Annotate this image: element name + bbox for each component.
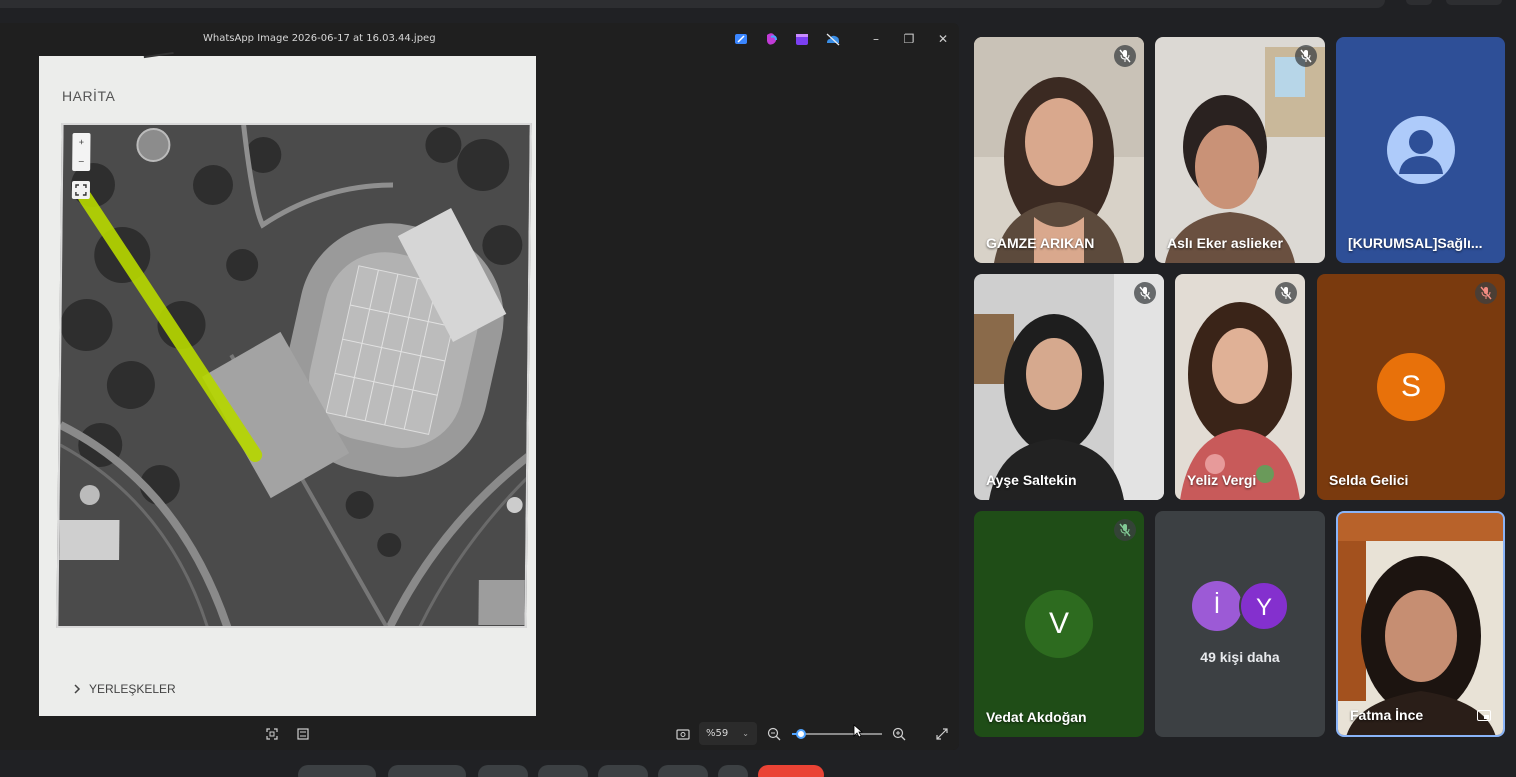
fit-to-window-icon[interactable]: [264, 726, 280, 742]
participant-video: [1155, 37, 1325, 263]
map-zoom-control: + –: [72, 133, 91, 171]
document-section-label: YERLEŞKELER: [89, 682, 176, 696]
document-heading: HARİTA: [62, 88, 116, 104]
participant-video: [974, 274, 1164, 500]
aerial-map: + –: [56, 123, 532, 628]
participant-tile[interactable]: GAMZE ARIKAN: [974, 37, 1144, 263]
participant-tile[interactable]: [KURUMSAL]Sağlı...: [1336, 37, 1505, 263]
participant-tile[interactable]: V Vedat Akdoğan: [974, 511, 1144, 737]
top-strip: [0, 0, 1516, 10]
viewer-titlebar: WhatsApp Image 2026-06-17 at 16.03.44.jp…: [0, 23, 959, 55]
more-participants-label: 49 kişi daha: [1200, 649, 1280, 665]
document-photo: HARİTA + – YERLEŞKELER: [39, 51, 536, 716]
participant-avatar: Y: [1239, 581, 1289, 631]
clipchamp-icon[interactable]: [794, 31, 810, 47]
mouse-cursor-icon: [853, 724, 863, 738]
control-button[interactable]: [718, 765, 748, 777]
muted-mic-icon: [1114, 45, 1136, 67]
muted-mic-icon: [1134, 282, 1156, 304]
aerial-map-image: [58, 125, 532, 628]
muted-mic-icon: [1114, 519, 1136, 541]
top-button[interactable]: [1406, 0, 1432, 5]
screenshot-icon[interactable]: [675, 726, 691, 742]
map-zoom-in-button[interactable]: +: [72, 133, 90, 152]
zoom-slider[interactable]: [792, 729, 882, 739]
participant-avatar: S: [1377, 353, 1445, 421]
muted-mic-icon: [1275, 282, 1297, 304]
chevron-down-icon: ⌄: [742, 729, 749, 738]
leave-call-button[interactable]: [758, 765, 824, 777]
participant-tile[interactable]: Yeliz Vergi: [1175, 274, 1305, 500]
participant-name: Yeliz Vergi: [1187, 472, 1257, 488]
map-zoom-out-button[interactable]: –: [72, 152, 90, 171]
image-canvas: HARİTA + – YERLEŞKELER: [0, 51, 959, 718]
participant-name: Selda Gelici: [1329, 472, 1409, 488]
viewer-footer: %59 ⌄: [0, 718, 959, 750]
minimize-button[interactable]: –: [865, 29, 887, 49]
onedrive-icon[interactable]: [825, 31, 841, 47]
control-button[interactable]: [478, 765, 528, 777]
participant-tile[interactable]: Aslı Eker aslieker: [1155, 37, 1325, 263]
control-button[interactable]: [388, 765, 466, 777]
muted-mic-icon: [1475, 282, 1497, 304]
top-toolbar-bar: [0, 0, 1385, 8]
participant-tile[interactable]: S Selda Gelici: [1317, 274, 1505, 500]
participant-name: [KURUMSAL]Sağlı...: [1348, 235, 1483, 251]
control-button[interactable]: [298, 765, 376, 777]
presenting-icon: [1477, 710, 1491, 721]
control-button[interactable]: [538, 765, 588, 777]
participant-tile[interactable]: Fatma İnce: [1336, 511, 1505, 737]
copilot-icon[interactable]: [764, 31, 780, 47]
person-icon: [1387, 116, 1455, 184]
participant-video: [974, 37, 1144, 263]
close-button[interactable]: ✕: [932, 29, 954, 49]
zoom-out-icon[interactable]: [766, 726, 782, 742]
actual-size-icon[interactable]: [295, 726, 311, 742]
control-button[interactable]: [598, 765, 648, 777]
top-button[interactable]: [1446, 0, 1502, 5]
zoom-slider-thumb[interactable]: [796, 729, 806, 739]
participant-name: Ayşe Saltekin: [986, 472, 1077, 488]
map-fullscreen-icon[interactable]: [71, 181, 91, 199]
meeting-controls-bar: [0, 765, 1516, 777]
chevron-right-icon: [74, 684, 81, 694]
participant-video: [1175, 274, 1305, 500]
participant-video: [1338, 513, 1503, 735]
participant-avatar: İ: [1192, 581, 1242, 631]
fullscreen-icon[interactable]: [934, 726, 950, 742]
window-title: WhatsApp Image 2026-06-17 at 16.03.44.jp…: [203, 33, 436, 44]
participant-name: GAMZE ARIKAN: [986, 235, 1095, 251]
participant-name: Fatma İnce: [1350, 707, 1424, 723]
zoom-level-value: %59: [706, 728, 729, 739]
participant-name: Aslı Eker aslieker: [1167, 235, 1283, 251]
participant-tile[interactable]: Ayşe Saltekin: [974, 274, 1164, 500]
muted-mic-icon: [1295, 45, 1317, 67]
edit-image-icon[interactable]: [733, 31, 749, 47]
participant-name: Vedat Akdoğan: [986, 709, 1087, 725]
participant-avatar: V: [1025, 590, 1093, 658]
more-participants-tile[interactable]: İ Y 49 kişi daha: [1155, 511, 1325, 737]
image-viewer-window: WhatsApp Image 2026-06-17 at 16.03.44.jp…: [0, 23, 959, 750]
zoom-in-icon[interactable]: [891, 726, 907, 742]
zoom-level-select[interactable]: %59 ⌄: [699, 722, 757, 745]
maximize-button[interactable]: ❐: [898, 29, 920, 49]
control-button[interactable]: [658, 765, 708, 777]
